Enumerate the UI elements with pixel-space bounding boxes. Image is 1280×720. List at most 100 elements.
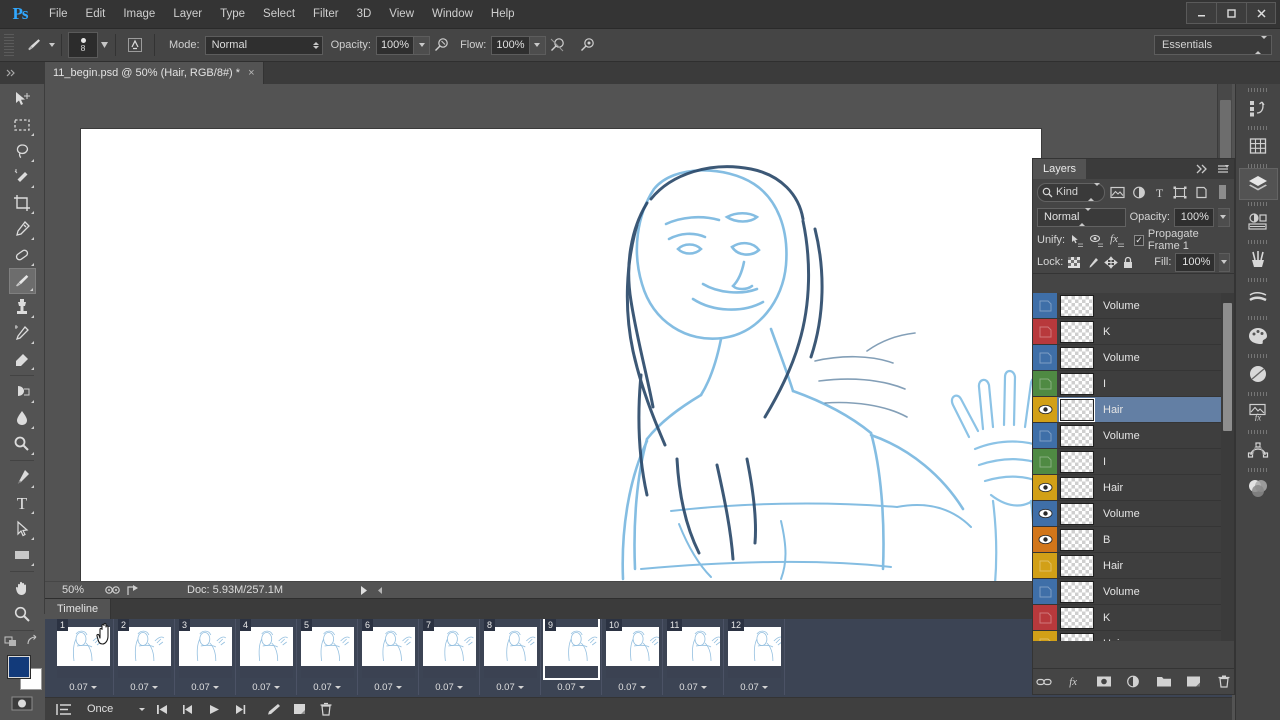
document-tab[interactable]: 11_begin.psd @ 50% (Hair, RGB/8#) * ×: [45, 62, 264, 84]
quick-mask-icon[interactable]: [7, 694, 37, 712]
frame-thumbnail-wrapper[interactable]: 4: [240, 619, 293, 678]
layer-row[interactable]: K: [1033, 319, 1234, 345]
frame-thumbnail-wrapper[interactable]: 3: [179, 619, 232, 678]
quick-selection-tool[interactable]: [9, 164, 36, 190]
layer-style-icon[interactable]: fx: [1066, 674, 1082, 690]
layer-row[interactable]: I: [1033, 449, 1234, 475]
layer-thumbnail[interactable]: [1060, 399, 1094, 421]
path-selection-tool[interactable]: [9, 516, 36, 542]
layer-row[interactable]: Hair: [1033, 397, 1234, 423]
frame-delay-selector[interactable]: 0.07: [545, 682, 597, 693]
layer-thumbnail[interactable]: [1060, 295, 1094, 317]
swap-colors-icon[interactable]: [25, 634, 40, 648]
select-first-frame-button[interactable]: [149, 700, 175, 719]
opacity-pressure-icon[interactable]: [430, 34, 452, 56]
menu-item-window[interactable]: Window: [423, 0, 482, 29]
frame-delay-selector[interactable]: 0.07: [57, 682, 109, 693]
layer-thumbnail[interactable]: [1060, 477, 1094, 499]
frame-delay-selector[interactable]: 0.07: [179, 682, 231, 693]
airbrush-icon[interactable]: [546, 34, 568, 56]
layer-visibility-toggle[interactable]: [1033, 371, 1057, 396]
menu-item-file[interactable]: File: [40, 0, 77, 29]
timeline-frame[interactable]: 50.07: [297, 619, 358, 695]
flow-dropdown-button[interactable]: [530, 36, 546, 55]
history-brush-tool[interactable]: [9, 320, 36, 346]
edit-toolbar-icon[interactable]: [4, 634, 19, 648]
fill-input[interactable]: 100%: [1175, 253, 1215, 272]
dodge-tool[interactable]: [9, 431, 36, 457]
clone-stamp-tool[interactable]: [9, 294, 36, 320]
menu-item-select[interactable]: Select: [254, 0, 304, 29]
document-canvas[interactable]: [81, 129, 1041, 584]
timeline-frame[interactable]: 120.07: [724, 619, 785, 695]
layer-row[interactable]: Volume: [1033, 423, 1234, 449]
adjustment-filter-icon[interactable]: [1131, 183, 1147, 202]
timeline-frame[interactable]: 110.07: [663, 619, 724, 695]
rectangle-tool[interactable]: [9, 542, 36, 568]
layer-thumbnail[interactable]: [1060, 425, 1094, 447]
zoom-level[interactable]: 50%: [45, 584, 101, 596]
layer-row[interactable]: I: [1033, 371, 1234, 397]
blend-mode-select[interactable]: Normal: [205, 36, 323, 55]
layers-list[interactable]: VolumeKVolumeIHairVolumeIHairVolumeBHair…: [1033, 293, 1234, 641]
filter-kind-select[interactable]: Kind: [1037, 183, 1105, 202]
layer-row[interactable]: Volume: [1033, 501, 1234, 527]
layer-opacity-dropdown[interactable]: [1218, 208, 1230, 227]
blur-tool[interactable]: [9, 405, 36, 431]
layer-visibility-toggle[interactable]: [1033, 293, 1057, 318]
layer-row[interactable]: Volume: [1033, 293, 1234, 319]
gradient-tool[interactable]: [9, 379, 36, 405]
preview-options-icon[interactable]: [101, 584, 123, 596]
minimize-button[interactable]: [1186, 2, 1216, 24]
brush-size-caret[interactable]: [100, 35, 109, 55]
brush-panel-icon[interactable]: [1239, 244, 1278, 276]
layer-visibility-toggle[interactable]: [1033, 553, 1057, 578]
timeline-frame[interactable]: 90.07: [541, 619, 602, 695]
frame-thumbnail-wrapper[interactable]: 6: [362, 619, 415, 678]
unify-style-icon[interactable]: fx: [1109, 231, 1126, 250]
adjustments-panel-icon[interactable]: [1239, 206, 1278, 238]
paths-panel-icon[interactable]: [1239, 434, 1278, 466]
options-bar-grip[interactable]: [4, 34, 14, 56]
workspace-selector[interactable]: Essentials: [1154, 35, 1272, 55]
share-icon[interactable]: [123, 584, 145, 596]
layers-list-scrollbar[interactable]: [1221, 293, 1234, 641]
lasso-tool[interactable]: [9, 138, 36, 164]
layer-visibility-toggle[interactable]: [1033, 345, 1057, 370]
layer-row[interactable]: Hair: [1033, 475, 1234, 501]
timeline-frame[interactable]: 100.07: [602, 619, 663, 695]
brush-preset-picker-caret[interactable]: [49, 43, 55, 47]
frame-delay-selector[interactable]: 0.07: [423, 682, 475, 693]
layer-row[interactable]: Volume: [1033, 579, 1234, 605]
zoom-tool[interactable]: [9, 601, 36, 627]
move-tool[interactable]: [9, 86, 36, 112]
layer-mask-icon[interactable]: [1096, 674, 1112, 690]
panel-menu-icon[interactable]: [1216, 164, 1230, 174]
unify-position-icon[interactable]: [1069, 231, 1085, 250]
foreground-color-swatch[interactable]: [8, 656, 30, 678]
flow-input[interactable]: 100%: [491, 36, 529, 55]
frame-delay-selector[interactable]: 0.07: [301, 682, 353, 693]
type-filter-icon[interactable]: T: [1152, 183, 1168, 202]
layer-thumbnail[interactable]: [1060, 321, 1094, 343]
menu-item-edit[interactable]: Edit: [77, 0, 115, 29]
layer-blend-mode-select[interactable]: Normal: [1037, 208, 1126, 227]
properties-panel-icon[interactable]: [1239, 130, 1278, 162]
unify-visibility-icon[interactable]: [1089, 231, 1105, 250]
close-icon[interactable]: ×: [248, 67, 254, 79]
tablet-pressure-icon[interactable]: [576, 34, 598, 56]
smart-object-filter-icon[interactable]: [1193, 183, 1209, 202]
layer-visibility-toggle[interactable]: [1033, 527, 1057, 552]
timeline-frame[interactable]: 70.07: [419, 619, 480, 695]
tab-timeline[interactable]: Timeline: [45, 599, 111, 619]
layer-thumbnail[interactable]: [1060, 451, 1094, 473]
convert-to-video-timeline-icon[interactable]: [51, 700, 77, 719]
duplicate-frame-button[interactable]: [287, 700, 313, 719]
close-button[interactable]: [1246, 2, 1276, 24]
brush-preset-thumbnail[interactable]: 8: [68, 32, 98, 58]
frame-thumbnail-wrapper[interactable]: 10: [606, 619, 659, 678]
layer-thumbnail[interactable]: [1060, 607, 1094, 629]
lock-image-pixels-icon[interactable]: [1085, 253, 1100, 272]
menu-item-help[interactable]: Help: [482, 0, 524, 29]
layer-thumbnail[interactable]: [1060, 373, 1094, 395]
